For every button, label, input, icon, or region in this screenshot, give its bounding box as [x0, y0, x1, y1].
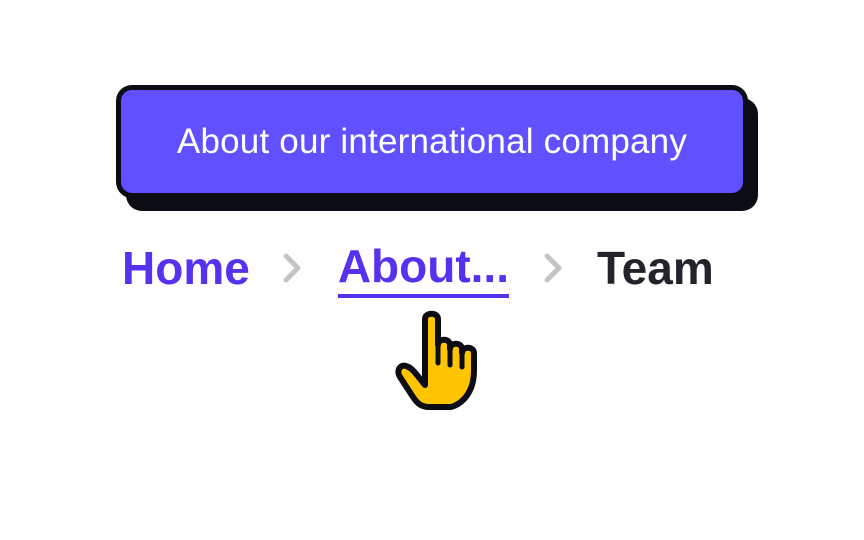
chevron-right-icon	[250, 238, 338, 298]
breadcrumb-item-team: Team	[597, 242, 714, 294]
tooltip-box: About our international company	[116, 85, 748, 198]
tooltip-text: About our international company	[176, 121, 688, 161]
breadcrumb-item-home[interactable]: Home	[122, 238, 250, 298]
breadcrumb: Home About... Team	[122, 238, 714, 302]
hand-pointer-cursor-icon	[393, 305, 485, 413]
breadcrumb-item-about[interactable]: About...	[337, 238, 509, 298]
chevron-right-icon	[509, 238, 597, 298]
tooltip: About our international company	[116, 85, 758, 211]
stage: About our international company Home Abo…	[0, 0, 864, 540]
